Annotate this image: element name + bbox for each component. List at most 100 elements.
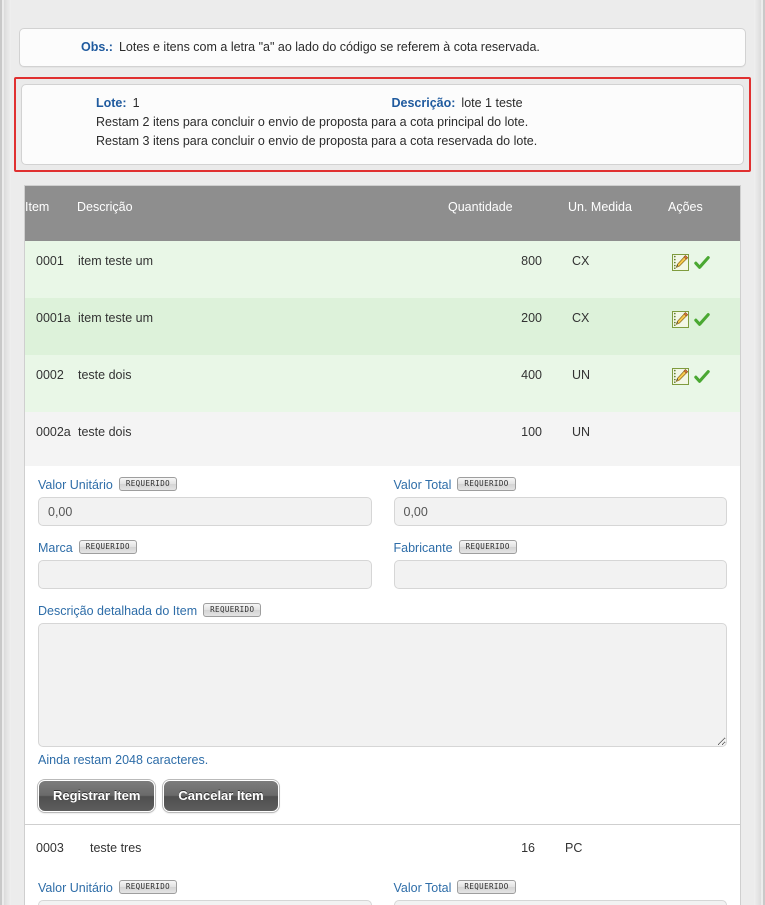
cell-unidade: UN [568,412,668,466]
valor-unitario-label: Valor Unitário [38,478,113,492]
valor-total-label: Valor Total [393,881,452,895]
cell-item: 0002 [25,355,77,412]
cell-descricao: teste dois [77,412,448,466]
form-action-buttons: Registrar Item Cancelar Item [38,780,727,812]
required-badge: REQUERIDO [458,540,517,554]
column-header-acoes: Ações [668,186,740,241]
valor-unitario-label-wrap: Valor Unitário REQUERIDO [38,477,372,492]
field-group-valor-unitario-2: Valor Unitário REQUERIDO [38,880,372,905]
edit-note-pencil-icon[interactable] [672,368,689,385]
field-group-valor-total-2: Valor Total REQUERIDO [393,880,728,905]
lot-highlight-frame: Lote: 1 Descrição: lote 1 teste Restam 2 i… [14,77,751,172]
lot-description-label: Descrição: [391,96,456,110]
cancelar-item-button[interactable]: Cancelar Item [163,780,279,812]
observation-panel: Obs.: Lotes e itens com a letra "a" ao la… [19,28,746,67]
right-rail [754,0,761,905]
field-group-descricao-detalhada: Descrição detalhada do Item REQUERIDO Ai… [38,603,727,767]
fabricante-label-wrap: Fabricante REQUERIDO [393,540,728,555]
column-header-quantidade: Quantidade [448,186,568,241]
row-action-icons [672,254,739,271]
table-row[interactable]: 0001a item teste um 200 CX [25,298,740,355]
lot-note-principal: Restam 2 itens para concluir o envio de … [96,115,529,129]
valor-total-label-wrap: Valor Total REQUERIDO [393,477,728,492]
form-row-brand: Marca REQUERIDO Fabricante REQUERIDO [38,540,728,589]
observation-line: Obs.: Lotes e itens com a letra "a" ao la… [34,40,731,54]
form-gap [38,591,727,604]
required-badge: REQUERIDO [78,540,137,554]
observation-text: Lotes e itens com a letra "a" ao lado do… [118,40,540,54]
table-row[interactable]: 0001 item teste um 800 CX [25,241,740,298]
marca-input[interactable] [38,560,372,589]
cell-item: 0002a [25,412,77,466]
table-row[interactable]: 0002a teste dois 100 UN [25,412,740,466]
row-action-icons [672,311,739,328]
required-badge: REQUERIDO [457,880,516,894]
item-0003-table: 0003 teste tres 16 PC [25,825,740,881]
fabricante-input[interactable] [393,560,727,589]
valor-total-label: Valor Total [393,478,452,492]
required-badge: REQUERIDO [203,603,262,617]
cell-quantidade: 800 [448,241,568,298]
form-gap [38,528,727,541]
lot-number-value: 1 [132,96,140,110]
lot-number-label: Lote: [96,96,127,110]
field-group-marca: Marca REQUERIDO [38,540,372,589]
lot-panel: Lote: 1 Descrição: lote 1 teste Restam 2 i… [21,84,744,165]
cell-acoes [668,355,740,412]
field-group-fabricante: Fabricante REQUERIDO [393,540,728,589]
valor-total-input[interactable] [393,497,727,526]
valor-unitario-label-wrap-2: Valor Unitário REQUERIDO [38,880,372,895]
descricao-detalhada-label: Descrição detalhada do Item [38,604,198,618]
item-0003-table-body: 0003 teste tres 16 PC [25,825,740,881]
registrar-item-button[interactable]: Registrar Item [38,780,156,812]
cell-quantidade: 16 [414,825,561,881]
lot-description-value: lote 1 teste [461,96,523,110]
items-table-head: Item Descrição Quantidade Un. Medida Açõ… [25,186,740,241]
valor-unitario-input-2[interactable] [38,900,372,905]
valor-unitario-input[interactable] [38,497,372,526]
cell-descricao: teste dois [77,355,448,412]
cell-descricao: item teste um [77,298,448,355]
cell-item: 0001 [25,241,77,298]
items-table-container: Item Descrição Quantidade Un. Medida Açõ… [24,185,741,466]
cell-unidade: CX [568,241,668,298]
page-content: Obs.: Lotes e itens com a letra "a" ao la… [11,0,754,905]
green-check-icon[interactable] [694,312,710,328]
required-badge: REQUERIDO [457,477,516,491]
descricao-detalhada-label-wrap: Descrição detalhada do Item REQUERIDO [38,603,727,618]
column-header-descricao: Descrição [77,186,448,241]
valor-total-label-wrap-2: Valor Total REQUERIDO [393,880,728,895]
item-0003-proposal-form: Valor Unitário REQUERIDO Valor Total REQ… [24,880,741,905]
field-group-valor-unitario: Valor Unitário REQUERIDO [38,477,372,526]
item-0003-row-container: 0003 teste tres 16 PC [24,825,741,881]
table-row[interactable]: 0003 teste tres 16 PC [25,825,740,881]
cell-acoes [668,298,740,355]
green-check-icon[interactable] [694,255,710,271]
page-viewport: Obs.: Lotes e itens com a letra "a" ao la… [0,0,765,905]
cell-unidade: CX [568,298,668,355]
green-check-icon[interactable] [694,369,710,385]
cell-acoes [668,241,740,298]
cell-item: 0003 [25,825,89,881]
character-counter: Ainda restam 2048 caracteres. [38,753,209,767]
left-rail [4,0,11,905]
valor-total-input-2[interactable] [393,900,727,905]
descricao-detalhada-textarea[interactable] [38,623,727,747]
required-badge: REQUERIDO [118,477,178,491]
fabricante-label: Fabricante [393,541,453,555]
items-table: Item Descrição Quantidade Un. Medida Açõ… [25,186,740,466]
table-row[interactable]: 0002 teste dois 400 UN [25,355,740,412]
edit-note-pencil-icon[interactable] [672,254,689,271]
marca-label-wrap: Marca REQUERIDO [38,540,372,555]
cell-acoes [666,825,740,881]
valor-unitario-label: Valor Unitário [38,881,113,895]
edit-note-pencil-icon[interactable] [672,311,689,328]
lot-header-line: Lote: 1 Descrição: lote 1 teste [36,96,729,110]
cell-descricao: item teste um [77,241,448,298]
cell-acoes [668,412,740,466]
cell-quantidade: 200 [448,298,568,355]
lot-note-reservada: Restam 3 itens para concluir o envio de … [96,134,538,148]
required-badge: REQUERIDO [118,880,178,894]
items-table-header-row: Item Descrição Quantidade Un. Medida Açõ… [25,186,740,241]
field-group-valor-total: Valor Total REQUERIDO [393,477,728,526]
